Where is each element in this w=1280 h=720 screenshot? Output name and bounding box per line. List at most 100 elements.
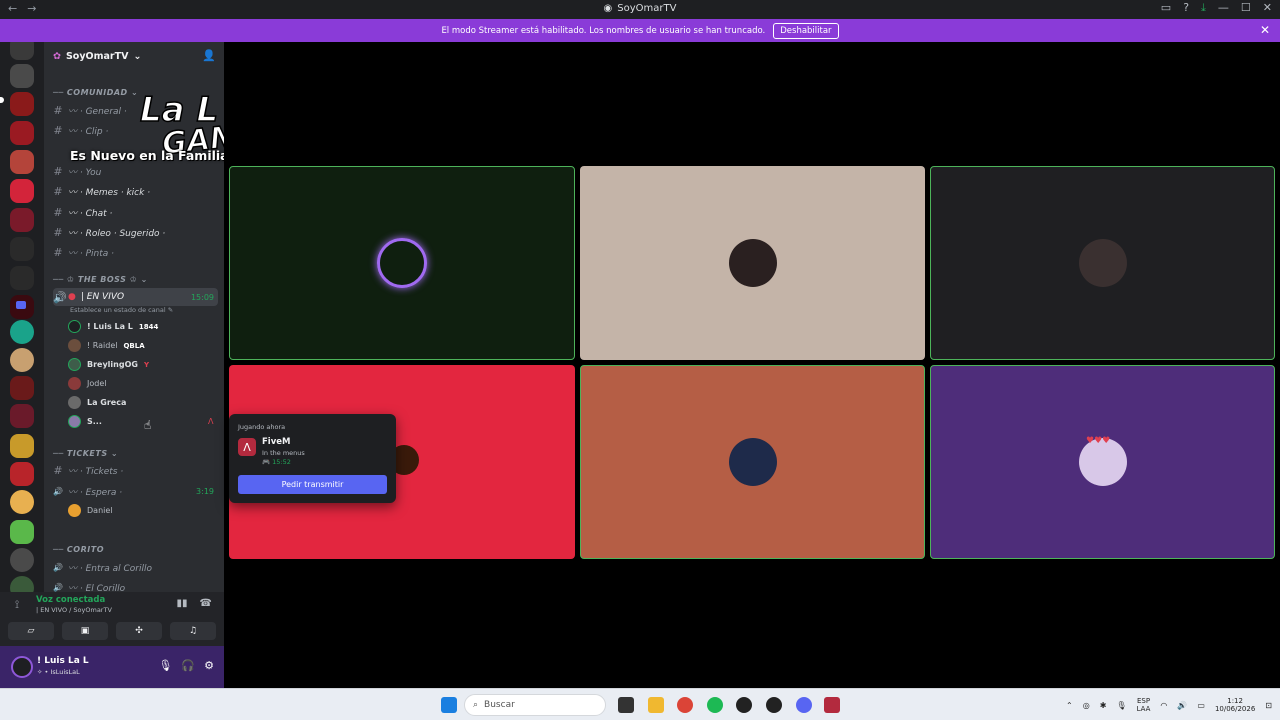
voice-user[interactable]: La Greca [68, 394, 126, 411]
notification-icon[interactable]: ⊡ [1265, 701, 1272, 710]
tray-app-icon[interactable]: ✱ [1100, 701, 1107, 710]
clock[interactable]: 1:12 10/06/2026 [1215, 697, 1255, 714]
server-icon[interactable] [10, 376, 34, 400]
minimize-button[interactable]: — [1218, 1, 1229, 15]
server-icon[interactable] [10, 320, 34, 344]
server-icon[interactable] [10, 121, 34, 145]
language-indicator[interactable]: ESP LAA [1137, 697, 1151, 714]
voice-channel-en-vivo[interactable]: 🔊 ● | EN VIVO 15:09 [53, 288, 218, 306]
spotify-icon[interactable] [707, 697, 723, 713]
voice-user[interactable]: ! Raidel QBLA [68, 337, 145, 354]
screen-share-button[interactable]: ▣ [62, 622, 108, 640]
server-icon[interactable] [10, 64, 34, 88]
server-icon[interactable] [10, 490, 34, 514]
server-icon[interactable] [10, 92, 34, 116]
chevron-up-icon[interactable]: ⌃ [1066, 701, 1073, 710]
channel-roleo[interactable]: # 〰 · Roleo · Sugerido · [53, 223, 218, 241]
category-the-boss[interactable]: ── ♔ THE BOSS ♔ ⌄ [53, 275, 148, 284]
channel-clip[interactable]: # 〰 · Clip · [53, 121, 218, 139]
settings-gear-icon[interactable]: ⚙ [204, 659, 214, 672]
request-stream-button[interactable]: Pedir transmitir [238, 475, 387, 494]
help-icon[interactable]: ? [1183, 1, 1189, 15]
channel-status-prompt[interactable]: Establece un estado de canal ✎ [70, 306, 173, 314]
wifi-icon[interactable]: ◠ [1160, 701, 1167, 710]
close-banner-icon[interactable]: ✕ [1260, 23, 1270, 37]
participant-tile[interactable] [580, 365, 925, 559]
battery-icon[interactable]: ▭ [1197, 701, 1205, 710]
server-icon[interactable] [10, 520, 34, 544]
discord-taskbar-icon[interactable] [796, 697, 812, 713]
server-icon[interactable] [10, 208, 34, 232]
server-icon[interactable] [10, 42, 34, 60]
server-icon[interactable] [10, 434, 34, 458]
forward-arrow-icon[interactable]: → [27, 2, 36, 15]
voice-channel-entra[interactable]: 🔊 〰 · Entra al Corillo [53, 558, 218, 576]
avatar[interactable] [11, 656, 33, 678]
download-icon[interactable]: ⤓ [1201, 1, 1206, 15]
noise-suppression-icon[interactable]: ▮▮ [177, 598, 188, 609]
task-view-icon[interactable] [618, 697, 634, 713]
text-channel-icon: # [53, 164, 63, 178]
pencil-icon: ✎ [167, 306, 174, 314]
channel-chat[interactable]: # 〰 · Chat · [53, 203, 218, 221]
voice-status[interactable]: Voz conectada [36, 595, 105, 605]
voice-channel-corillo[interactable]: 🔊 〰 · El Corillo [53, 578, 218, 593]
voice-location[interactable]: | EN VIVO / SoyOmarTV [36, 606, 112, 614]
channel-you[interactable]: # 〰 · You [53, 162, 218, 180]
maximize-button[interactable]: ☐ [1241, 1, 1251, 15]
channel-memes[interactable]: # 〰 · Memes · kick · [53, 182, 218, 200]
category-corito[interactable]: ── CORITO [53, 545, 104, 554]
camera-off-button[interactable]: ▱ [8, 622, 54, 640]
tray-app-icon[interactable]: ◎ [1083, 701, 1090, 710]
voice-user[interactable]: S... Λ [68, 413, 213, 430]
speaker-icon: 🔊 [53, 582, 63, 592]
windows-start-icon[interactable] [441, 697, 457, 713]
voice-user[interactable]: Daniel⊘ [68, 502, 113, 519]
back-arrow-icon[interactable]: ← [8, 2, 17, 15]
user-panel-name[interactable]: ! Luis La L [37, 656, 89, 666]
close-window-button[interactable]: ✕ [1263, 1, 1272, 15]
category-tickets[interactable]: ── TICKETS ⌄ [53, 449, 118, 458]
channel-general[interactable]: # 〰 · General · [53, 101, 218, 119]
channel-pinta[interactable]: # 〰 · Pinta · [53, 243, 218, 261]
participant-tile[interactable] [580, 166, 925, 360]
fivem-taskbar-icon[interactable] [824, 697, 840, 713]
participant-tile[interactable] [229, 166, 575, 360]
headphones-icon[interactable]: 🎧 [181, 659, 195, 672]
server-icon[interactable] [10, 348, 34, 372]
server-header[interactable]: ✿ SoyOmarTV ⌄ 👤 [44, 42, 224, 70]
category-comunidad[interactable]: ── COMUNIDAD ⌄ [53, 88, 138, 97]
soundboard-button[interactable]: ♫ [170, 622, 216, 640]
taskbar-search[interactable]: ⌕ Buscar [464, 694, 606, 716]
folder-icon[interactable] [16, 301, 26, 309]
microphone-icon[interactable]: 🎙 [158, 659, 172, 672]
voice-user[interactable]: BreylingOG Y [68, 356, 149, 373]
participant-tile[interactable] [930, 166, 1275, 360]
voice-user[interactable]: Jodel [68, 375, 106, 392]
server-icon[interactable] [10, 548, 34, 572]
server-icon[interactable] [10, 266, 34, 290]
signal-icon[interactable]: ⟟ [15, 598, 19, 612]
channel-tickets[interactable]: # 〰 · Tickets · [53, 461, 218, 479]
server-icon[interactable] [10, 237, 34, 261]
inbox-icon[interactable]: ▭ [1161, 1, 1171, 15]
server-icon[interactable] [10, 150, 34, 174]
voice-channel-espera[interactable]: 🔊 〰 · Espera · 3:19 [53, 482, 218, 500]
user-name: Daniel [87, 506, 113, 515]
activities-button[interactable]: ✣ [116, 622, 162, 640]
participant-tile[interactable]: ♥♥♥ [930, 365, 1275, 559]
server-icon[interactable] [10, 179, 34, 203]
volume-icon[interactable]: 🔊 [1177, 701, 1187, 710]
app-icon[interactable] [766, 697, 782, 713]
server-icon[interactable] [10, 462, 34, 486]
app-icon[interactable] [736, 697, 752, 713]
disable-streamer-button[interactable]: Deshabilitar [773, 22, 839, 39]
add-member-icon[interactable]: 👤 [202, 49, 216, 62]
chrome-icon[interactable] [677, 697, 693, 713]
text-channel-icon: # [53, 245, 63, 259]
microphone-icon[interactable]: 🎙 [1116, 701, 1126, 710]
voice-user[interactable]: ! Luis La L 1844 [68, 318, 158, 335]
file-explorer-icon[interactable] [648, 697, 664, 713]
disconnect-icon[interactable]: ☎ [200, 598, 212, 609]
server-icon[interactable] [10, 404, 34, 428]
